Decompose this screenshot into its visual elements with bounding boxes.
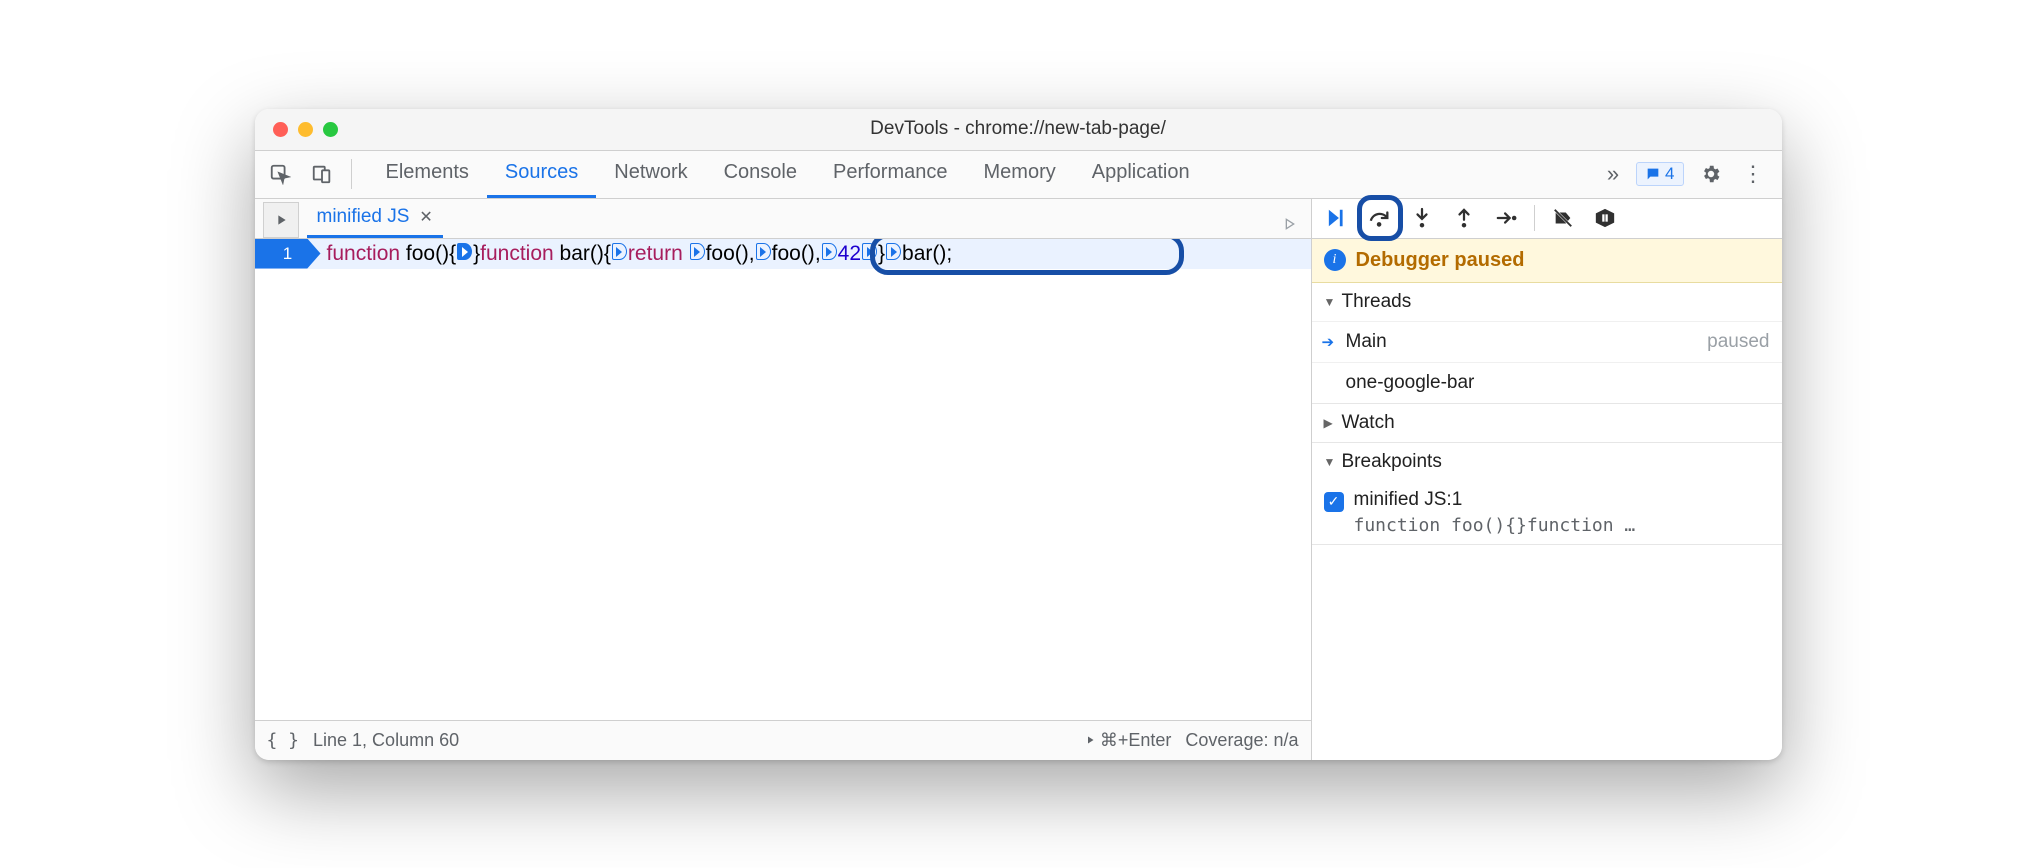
title-bar: DevTools - chrome://new-tab-page/ xyxy=(255,109,1782,151)
breakpoint-snippet: function foo(){}function … xyxy=(1354,515,1636,536)
threads-section: ▼Threads ➔ Main paused one-google-bar xyxy=(1312,283,1782,404)
current-thread-icon: ➔ xyxy=(1322,333,1335,351)
tab-memory[interactable]: Memory xyxy=(966,151,1074,198)
file-tabs: minified JS ✕ xyxy=(255,199,1311,239)
issues-count: 4 xyxy=(1665,164,1674,184)
navigator-toggle-icon[interactable] xyxy=(263,202,299,238)
file-tab-label: minified JS xyxy=(317,206,410,228)
issues-badge[interactable]: 4 xyxy=(1636,162,1683,186)
tab-network[interactable]: Network xyxy=(596,151,705,198)
thread-ogb[interactable]: one-google-bar xyxy=(1312,362,1782,403)
tab-sources[interactable]: Sources xyxy=(487,151,596,198)
deactivate-breakpoints-button[interactable] xyxy=(1545,200,1581,236)
paused-banner: i Debugger paused xyxy=(1312,239,1782,283)
breakpoints-section: ▼Breakpoints ✓ minified JS:1 function fo… xyxy=(1312,443,1782,545)
device-toolbar-icon[interactable] xyxy=(303,155,341,193)
tab-performance[interactable]: Performance xyxy=(815,151,966,198)
line-number-1[interactable]: 1 xyxy=(255,239,321,269)
breakpoint-marker-icon[interactable] xyxy=(457,243,472,260)
watch-section: ▶Watch xyxy=(1312,404,1782,443)
paused-text: Debugger paused xyxy=(1356,249,1525,272)
step-button[interactable] xyxy=(1488,200,1524,236)
breakpoints-header[interactable]: ▼Breakpoints xyxy=(1312,443,1782,481)
coverage-status: Coverage: n/a xyxy=(1185,730,1298,751)
run-snippet-icon[interactable] xyxy=(1275,210,1303,238)
info-icon: i xyxy=(1324,249,1346,271)
tab-elements[interactable]: Elements xyxy=(368,151,487,198)
kebab-menu-icon[interactable]: ⋮ xyxy=(1734,155,1772,193)
run-shortcut-hint: ⌘+Enter xyxy=(1084,730,1172,751)
step-marker-icon[interactable] xyxy=(886,243,901,260)
pause-on-exceptions-button[interactable] xyxy=(1587,200,1623,236)
debugger-toolbar xyxy=(1312,199,1782,239)
breakpoint-checkbox[interactable]: ✓ xyxy=(1324,492,1344,512)
inspect-element-icon[interactable] xyxy=(261,155,299,193)
settings-icon[interactable] xyxy=(1692,155,1730,193)
file-tab-minified-js[interactable]: minified JS ✕ xyxy=(307,199,443,238)
step-marker-icon[interactable] xyxy=(756,243,771,260)
devtools-window: DevTools - chrome://new-tab-page/ Elemen… xyxy=(255,109,1782,760)
threads-header[interactable]: ▼Threads xyxy=(1312,283,1782,321)
panel-tabs: Elements Sources Network Console Perform… xyxy=(255,151,1782,199)
step-over-button[interactable] xyxy=(1362,200,1398,236)
code-editor[interactable]: 1 function foo(){}function bar(){return … xyxy=(255,239,1311,720)
step-marker-icon[interactable] xyxy=(822,243,837,260)
breakpoint-location: minified JS:1 xyxy=(1354,489,1636,511)
tab-console[interactable]: Console xyxy=(706,151,815,198)
step-marker-icon[interactable] xyxy=(612,243,627,260)
resume-button[interactable] xyxy=(1320,200,1356,236)
window-title: DevTools - chrome://new-tab-page/ xyxy=(255,118,1782,140)
cursor-position: Line 1, Column 60 xyxy=(313,730,459,751)
close-tab-icon[interactable]: ✕ xyxy=(419,207,432,227)
code-line-1: function foo(){}function bar(){return fo… xyxy=(327,242,1305,268)
watch-header[interactable]: ▶Watch xyxy=(1312,404,1782,442)
debugger-sidebar: i Debugger paused ▼Threads ➔ Main paused… xyxy=(1312,199,1782,760)
step-marker-icon[interactable] xyxy=(862,243,877,260)
step-marker-icon[interactable] xyxy=(690,243,705,260)
breakpoint-item[interactable]: ✓ minified JS:1 function foo(){}function… xyxy=(1312,481,1782,544)
status-bar: { } Line 1, Column 60 ⌘+Enter Coverage: … xyxy=(255,720,1311,760)
thread-main[interactable]: ➔ Main paused xyxy=(1312,321,1782,362)
step-out-button[interactable] xyxy=(1446,200,1482,236)
more-tabs-icon[interactable]: » xyxy=(1594,155,1632,193)
tab-application[interactable]: Application xyxy=(1074,151,1208,198)
step-into-button[interactable] xyxy=(1404,200,1440,236)
pretty-print-icon[interactable]: { } xyxy=(267,730,300,751)
